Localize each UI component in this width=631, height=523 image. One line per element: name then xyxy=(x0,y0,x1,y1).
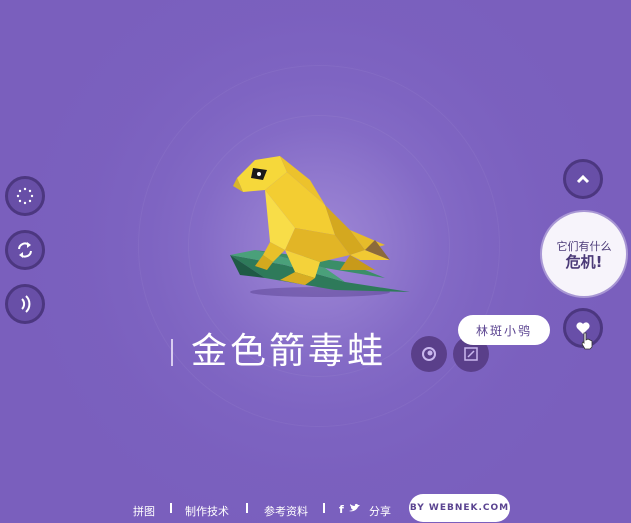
footer-separator xyxy=(246,503,248,513)
chevron-up-icon xyxy=(576,174,590,184)
footer-link-puzzle[interactable]: 拼图 xyxy=(133,503,155,519)
golden-poison-frog-illustration xyxy=(230,156,410,297)
refresh-button[interactable] xyxy=(5,230,45,270)
eye-icon xyxy=(422,347,436,361)
edit-icon xyxy=(464,347,478,361)
footer-share-label[interactable]: 分享 xyxy=(369,503,391,519)
footer-link-tech[interactable]: 制作技术 xyxy=(185,503,229,519)
sound-button[interactable] xyxy=(5,284,45,324)
twitter-icon[interactable] xyxy=(349,503,361,513)
view-button[interactable] xyxy=(411,336,447,372)
refresh-arrows-icon xyxy=(18,242,32,258)
loading-dots-icon xyxy=(16,187,34,205)
by-webnek-button[interactable]: BY WEBNEK.COM xyxy=(409,494,510,522)
page-title: 金色箭毒蛙 xyxy=(191,331,387,372)
next-animal-tooltip: 林斑小鸮 xyxy=(458,315,550,345)
title-bar-accent xyxy=(171,339,173,366)
sound-waves-icon xyxy=(21,295,31,313)
footer-separator xyxy=(170,503,172,513)
danger-info-bubble[interactable]: 它们有什么 危机! xyxy=(542,212,626,296)
scroll-up-button[interactable] xyxy=(563,159,603,199)
footer-separator xyxy=(323,503,325,513)
danger-bubble-line2: 危机! xyxy=(565,253,603,271)
footer: 拼图 制作技术 参考资料 f 分享 xyxy=(0,494,631,522)
loading-dots-button[interactable] xyxy=(5,176,45,216)
hand-cursor-icon xyxy=(581,332,593,350)
facebook-icon[interactable]: f xyxy=(339,503,344,516)
footer-link-references[interactable]: 参考资料 xyxy=(264,503,308,519)
